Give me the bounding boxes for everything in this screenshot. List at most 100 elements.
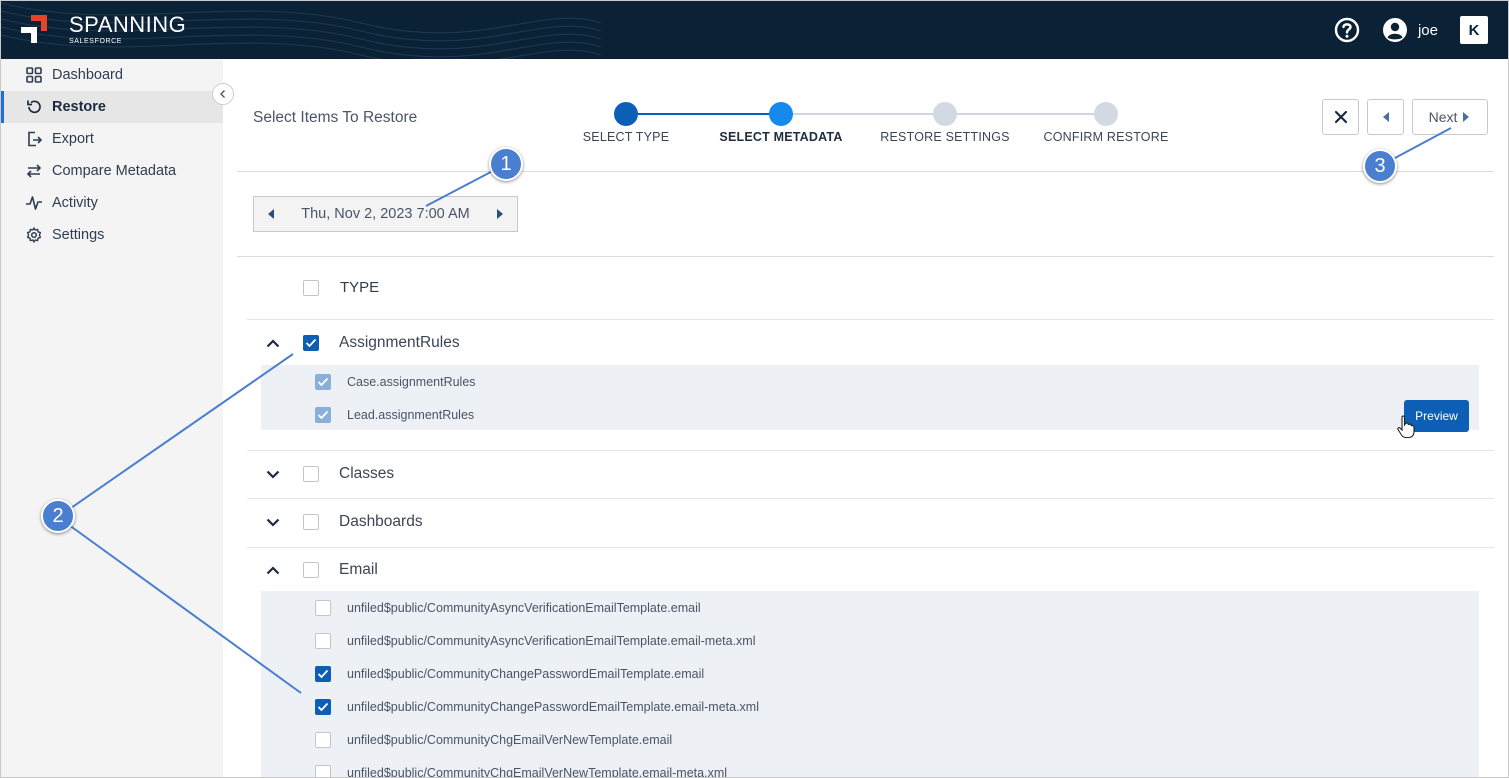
- chevron-up-icon[interactable]: [263, 565, 283, 575]
- item-checkbox[interactable]: [315, 764, 331, 777]
- type-column-header: TYPE: [340, 279, 380, 296]
- step-select-metadata: SELECT METADATA: [696, 102, 866, 144]
- sidebar-item-label: Export: [52, 131, 94, 147]
- page-title: Select Items To Restore: [253, 109, 418, 126]
- gear-icon: [25, 226, 43, 244]
- next-button[interactable]: Next: [1412, 99, 1488, 135]
- sidebar-item-export[interactable]: Export: [1, 123, 223, 155]
- list-item: Lead.assignmentRules Preview: [261, 398, 1479, 432]
- item-checkbox[interactable]: [315, 373, 331, 390]
- next-button-label: Next: [1428, 109, 1458, 125]
- list-item: unfiled$public/CommunityChgEmailVerNewTe…: [261, 723, 1479, 756]
- compare-icon: [25, 162, 43, 180]
- sidebar-item-label: Activity: [52, 195, 98, 211]
- hand-cursor-icon: [1397, 415, 1415, 439]
- user-avatar-icon[interactable]: [1382, 17, 1408, 43]
- kaseya-logo[interactable]: K: [1460, 16, 1488, 44]
- step-dot: [1094, 102, 1118, 126]
- list-item: Case.assignmentRules: [261, 365, 1479, 398]
- restore-stepper: SELECT TYPE SELECT METADATA RESTORE SETT…: [563, 102, 1183, 162]
- item-checkbox[interactable]: [315, 599, 331, 616]
- step-dot: [769, 102, 793, 126]
- checkmark-icon: [317, 702, 329, 711]
- list-item: unfiled$public/CommunityChangePasswordEm…: [261, 690, 1479, 723]
- item-checkbox[interactable]: [315, 632, 331, 649]
- sidebar-item-settings[interactable]: Settings: [1, 219, 223, 251]
- group-checkbox[interactable]: [303, 466, 319, 482]
- step-dot: [933, 102, 957, 126]
- chevron-down-icon[interactable]: [263, 470, 283, 479]
- list-item: unfiled$public/CommunityChangePasswordEm…: [261, 657, 1479, 690]
- group-row-email: Email: [247, 546, 1494, 594]
- item-name: unfiled$public/CommunityChangePasswordEm…: [347, 699, 759, 714]
- spanning-logo[interactable]: SPANNING SALESFORCE: [19, 13, 186, 45]
- backup-date[interactable]: Thu, Nov 2, 2023 7:00 AM: [301, 206, 469, 222]
- annotation-badge-2: 2: [41, 499, 75, 533]
- next-date-icon[interactable]: [495, 208, 505, 220]
- step-label: RESTORE SETTINGS: [880, 130, 1010, 144]
- backup-date-picker: Thu, Nov 2, 2023 7:00 AM: [253, 196, 518, 232]
- item-name: Case.assignmentRules: [347, 374, 476, 389]
- list-item: unfiled$public/CommunityAsyncVerificatio…: [261, 624, 1479, 657]
- close-icon: [1334, 110, 1347, 124]
- sidebar-item-dashboard[interactable]: Dashboard: [1, 59, 223, 91]
- step-label: SELECT METADATA: [719, 130, 843, 144]
- item-name: unfiled$public/CommunityAsyncVerificatio…: [347, 600, 701, 615]
- activity-icon: [25, 194, 43, 212]
- step-select-type: SELECT TYPE: [541, 102, 711, 144]
- group-name: Dashboards: [339, 513, 423, 530]
- sidebar-item-restore[interactable]: Restore: [1, 91, 223, 123]
- chevron-up-icon[interactable]: [263, 338, 283, 348]
- kaseya-logo-text: K: [1468, 21, 1480, 39]
- assignmentrules-items: Case.assignmentRules Lead.assignmentRule…: [261, 365, 1479, 432]
- sidebar-item-label: Restore: [52, 99, 106, 115]
- group-row-dashboards: Dashboards: [247, 498, 1494, 546]
- group-checkbox[interactable]: [303, 562, 319, 578]
- export-icon: [25, 130, 43, 148]
- item-name: unfiled$public/CommunityChgEmailVerNewTe…: [347, 732, 673, 747]
- top-bar: SPANNING SALESFORCE joe K: [1, 1, 1508, 59]
- grid-icon: [25, 66, 43, 84]
- divider: [237, 256, 1494, 257]
- item-checkbox[interactable]: [315, 406, 331, 423]
- step-confirm-restore: CONFIRM RESTORE: [1021, 102, 1191, 144]
- group-checkbox[interactable]: [303, 514, 319, 530]
- list-item: unfiled$public/CommunityChgEmailVerNewTe…: [261, 756, 1479, 778]
- sidebar-item-activity[interactable]: Activity: [1, 187, 223, 219]
- main-content: Select Items To Restore SELECT TYPE SELE…: [223, 59, 1508, 777]
- chevron-down-icon[interactable]: [263, 518, 283, 527]
- item-name: unfiled$public/CommunityAsyncVerificatio…: [347, 633, 756, 648]
- item-name: unfiled$public/CommunityChangePasswordEm…: [347, 666, 705, 681]
- group-row-classes: Classes: [247, 450, 1494, 498]
- caret-right-icon: [1463, 112, 1470, 122]
- group-row-assignmentrules: AssignmentRules: [247, 319, 1494, 367]
- list-item: unfiled$public/CommunityAsyncVerificatio…: [261, 591, 1479, 624]
- item-checkbox[interactable]: [315, 665, 331, 682]
- group-name: Classes: [339, 465, 395, 482]
- group-checkbox[interactable]: [303, 335, 319, 351]
- help-icon[interactable]: [1334, 17, 1360, 43]
- sidebar: Dashboard Restore Export Compare Metadat…: [1, 59, 223, 777]
- group-name: AssignmentRules: [339, 334, 460, 351]
- group-name: Email: [339, 561, 378, 578]
- brand-title: SPANNING: [69, 11, 187, 37]
- sidebar-item-compare-metadata[interactable]: Compare Metadata: [1, 155, 223, 187]
- step-dot: [614, 102, 638, 126]
- email-items: unfiled$public/CommunityAsyncVerificatio…: [261, 591, 1479, 778]
- item-checkbox[interactable]: [315, 698, 331, 715]
- user-name[interactable]: joe: [1418, 22, 1438, 39]
- step-restore-settings: RESTORE SETTINGS: [860, 102, 1030, 144]
- cancel-button[interactable]: [1322, 99, 1359, 135]
- restore-icon: [25, 98, 43, 116]
- item-name: unfiled$public/CommunityChgEmailVerNewTe…: [347, 765, 728, 778]
- select-all-checkbox[interactable]: [303, 279, 319, 296]
- brand-subtitle: SALESFORCE: [69, 37, 123, 45]
- item-checkbox[interactable]: [315, 731, 331, 748]
- step-label: CONFIRM RESTORE: [1043, 130, 1169, 144]
- annotation-badge-3: 3: [1363, 149, 1397, 183]
- previous-date-icon[interactable]: [266, 208, 276, 220]
- app-window: SPANNING SALESFORCE joe K Dashboard Rest…: [0, 0, 1509, 778]
- sidebar-item-label: Dashboard: [52, 67, 123, 83]
- type-header: TYPE: [303, 279, 379, 296]
- back-button[interactable]: [1367, 99, 1404, 135]
